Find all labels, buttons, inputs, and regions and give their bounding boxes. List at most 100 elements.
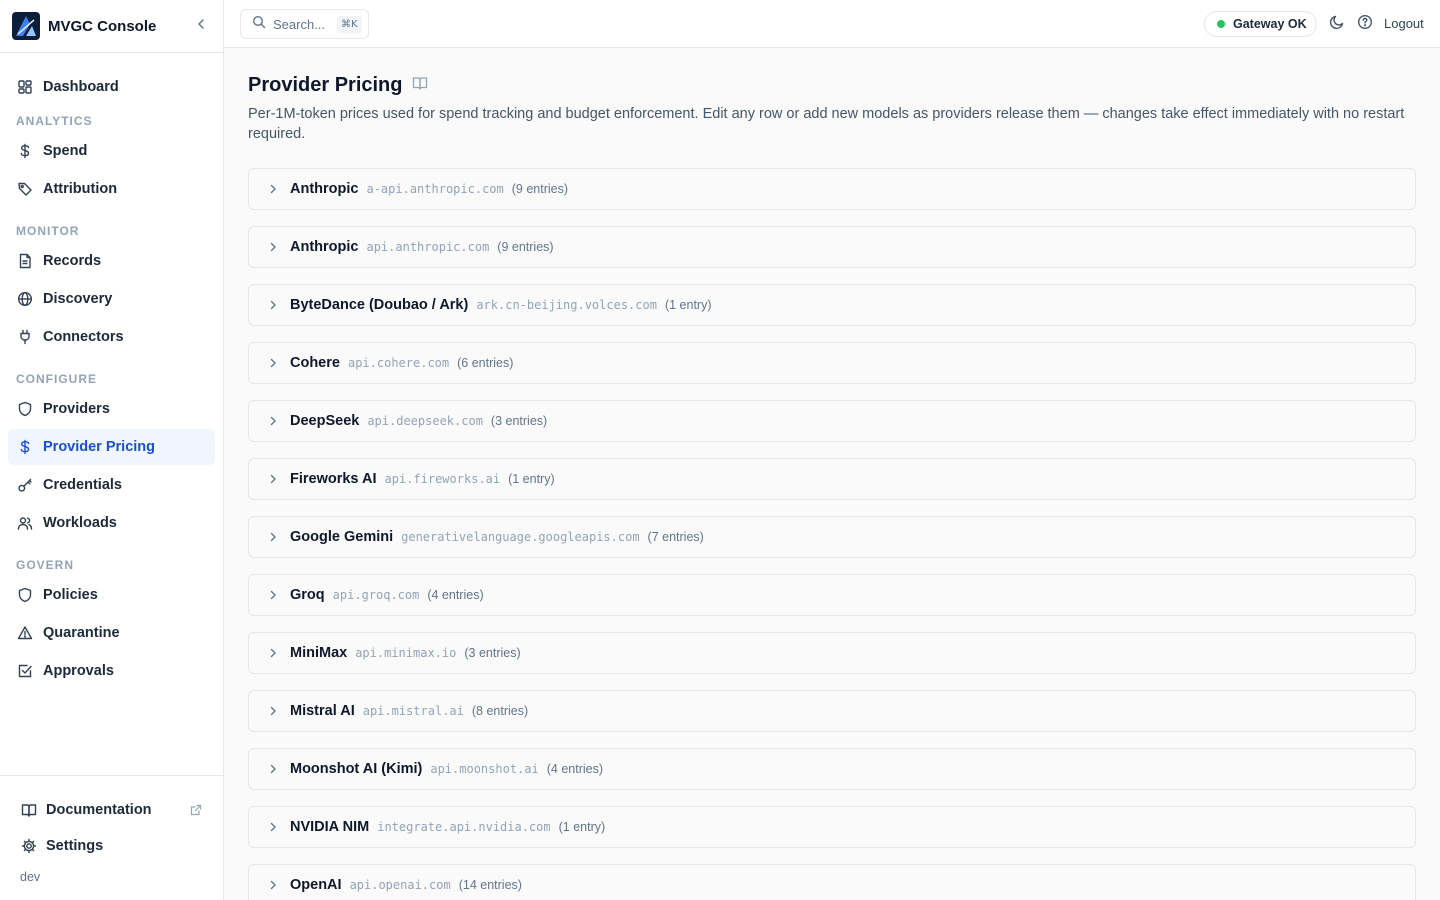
book-open-icon <box>412 75 428 96</box>
provider-entry-count: (9 entries) <box>497 240 554 254</box>
provider-entry-count: (1 entry) <box>558 820 606 834</box>
provider-group-row[interactable]: Moonshot AI (Kimi) api.moonshot.ai (4 entr… <box>248 748 1416 790</box>
provider-host: api.groq.com <box>332 588 420 602</box>
documentation-link[interactable]: Documentation <box>12 794 211 826</box>
key-icon <box>16 476 34 494</box>
search-placeholder: Search... <box>273 16 326 32</box>
page-title: Provider Pricing <box>248 74 403 96</box>
sidebar-item-label: Policies <box>43 587 98 603</box>
status-dot-icon <box>1217 20 1225 28</box>
provider-group-row[interactable]: Mistral AI api.mistral.ai (8 entries) <box>248 690 1416 732</box>
chevron-right-icon <box>266 530 280 544</box>
collapse-sidebar-button[interactable] <box>191 16 211 36</box>
chevron-right-icon <box>266 240 280 254</box>
chevron-right-icon <box>266 356 280 370</box>
dashboard-icon <box>16 78 34 96</box>
provider-group-row[interactable]: Google Gemini generativelanguage.googleap… <box>248 516 1416 558</box>
provider-name: Mistral AI <box>290 703 355 719</box>
provider-host: api.moonshot.ai <box>430 762 539 776</box>
chevron-right-icon <box>266 762 280 776</box>
provider-entry-count: (3 entries) <box>490 414 548 428</box>
provider-name: MiniMax <box>290 645 348 661</box>
search-shortcut-badge: ⌘K <box>337 15 362 33</box>
provider-entry-count: (8 entries) <box>471 704 529 718</box>
documentation-label: Documentation <box>46 802 152 818</box>
provider-host: api.openai.com <box>349 878 451 892</box>
search-input[interactable]: Search... ⌘K <box>240 9 369 39</box>
chevron-left-icon <box>194 17 208 36</box>
sidebar-item-records[interactable]: Records <box>8 243 215 279</box>
sidebar-item-providers[interactable]: Providers <box>8 391 215 427</box>
sidebar-item-provider-pricing[interactable]: Provider Pricing <box>8 429 215 465</box>
chevron-right-icon <box>266 820 280 834</box>
provider-name: DeepSeek <box>290 413 360 429</box>
section-label-analytics: ANALYTICS <box>16 114 93 128</box>
chevron-right-icon <box>266 182 280 196</box>
provider-name: ByteDance (Doubao / Ark) <box>290 297 469 313</box>
chevron-right-icon <box>266 414 280 428</box>
warning-triangle-icon <box>16 624 34 642</box>
provider-host: api.mistral.ai <box>362 704 464 718</box>
help-circle-icon <box>1357 14 1373 35</box>
sidebar-item-label: Records <box>43 253 102 269</box>
provider-group-row[interactable]: DeepSeek api.deepseek.com (3 entries) <box>248 400 1416 442</box>
sidebar-item-label: Provider Pricing <box>43 439 156 455</box>
section-label-monitor: MONITOR <box>16 224 80 238</box>
chevron-right-icon <box>266 298 280 312</box>
sidebar-item-credentials[interactable]: Credentials <box>8 467 215 503</box>
shield-icon <box>16 400 34 418</box>
section-label-configure: CONFIGURE <box>16 372 97 386</box>
provider-host: api.cohere.com <box>347 356 450 370</box>
environment-label: dev <box>20 870 41 884</box>
sidebar-item-approvals[interactable]: Approvals <box>8 653 215 689</box>
docs-book-button[interactable] <box>411 77 429 95</box>
provider-group-row[interactable]: Anthropic api.anthropic.com (9 entries) <box>248 226 1416 268</box>
provider-group-row[interactable]: Cohere api.cohere.com (6 entries) <box>248 342 1416 384</box>
provider-name: OpenAI <box>290 877 342 893</box>
sidebar: MVGC Console Dashboard ANALYTICS Spend A… <box>0 0 224 900</box>
provider-entry-count: (14 entries) <box>458 878 522 892</box>
chevron-right-icon <box>266 646 280 660</box>
sidebar-item-connectors[interactable]: Connectors <box>8 319 215 355</box>
provider-entry-count: (4 entries) <box>546 762 604 776</box>
sidebar-item-discovery[interactable]: Discovery <box>8 281 215 317</box>
topbar: Search... ⌘K Gateway OK Logout <box>224 0 1440 48</box>
provider-group-row[interactable]: Fireworks AI api.fireworks.ai (1 entry) <box>248 458 1416 500</box>
help-button[interactable] <box>1356 14 1374 35</box>
dollar-icon <box>16 438 34 456</box>
gateway-status-badge[interactable]: Gateway OK <box>1204 11 1317 37</box>
theme-toggle-button[interactable] <box>1328 15 1346 33</box>
sidebar-item-dashboard[interactable]: Dashboard <box>8 69 215 105</box>
settings-label: Settings <box>46 838 104 854</box>
logout-button[interactable]: Logout <box>1384 16 1424 31</box>
provider-entry-count: (6 entries) <box>457 356 514 370</box>
provider-group-row[interactable]: Groq api.groq.com (4 entries) <box>248 574 1416 616</box>
sidebar-item-workloads[interactable]: Workloads <box>8 505 215 541</box>
settings-link[interactable]: Settings <box>12 830 211 862</box>
provider-group-row[interactable]: NVIDIA NIM integrate.api.nvidia.com (1 ent… <box>248 806 1416 848</box>
app-logo[interactable] <box>12 12 40 40</box>
brand: MVGC Console <box>0 0 223 53</box>
page-description: Per-1M-token prices used for spend track… <box>248 106 1405 142</box>
sidebar-item-policies[interactable]: Policies <box>8 577 215 613</box>
provider-group-row[interactable]: ByteDance (Doubao / Ark) ark.cn-beijing.v… <box>248 284 1416 326</box>
provider-host: integrate.api.nvidia.com <box>377 820 551 834</box>
sidebar-item-label: Dashboard <box>43 79 119 95</box>
sidebar-footer: Documentation Settings dev <box>0 775 223 900</box>
provider-host: api.anthropic.com <box>366 240 490 254</box>
provider-group-row[interactable]: MiniMax api.minimax.io (3 entries) <box>248 632 1416 674</box>
gateway-status-label: Gateway OK <box>1233 17 1307 31</box>
provider-group-row[interactable]: Anthropic a-api.anthropic.com (9 entries) <box>248 168 1416 210</box>
provider-name: NVIDIA NIM <box>290 819 370 835</box>
search-icon <box>252 15 266 34</box>
sidebar-item-quarantine[interactable]: Quarantine <box>8 615 215 651</box>
provider-host: api.minimax.io <box>355 646 457 660</box>
provider-name: Fireworks AI <box>290 471 377 487</box>
book-open-icon <box>20 801 38 819</box>
provider-entry-count: (4 entries) <box>427 588 484 602</box>
gear-icon <box>20 837 38 855</box>
sidebar-item-attribution[interactable]: Attribution <box>8 171 215 207</box>
provider-group-row[interactable]: OpenAI api.openai.com (14 entries) <box>248 864 1416 900</box>
tag-icon <box>16 180 34 198</box>
sidebar-item-spend[interactable]: Spend <box>8 133 215 169</box>
